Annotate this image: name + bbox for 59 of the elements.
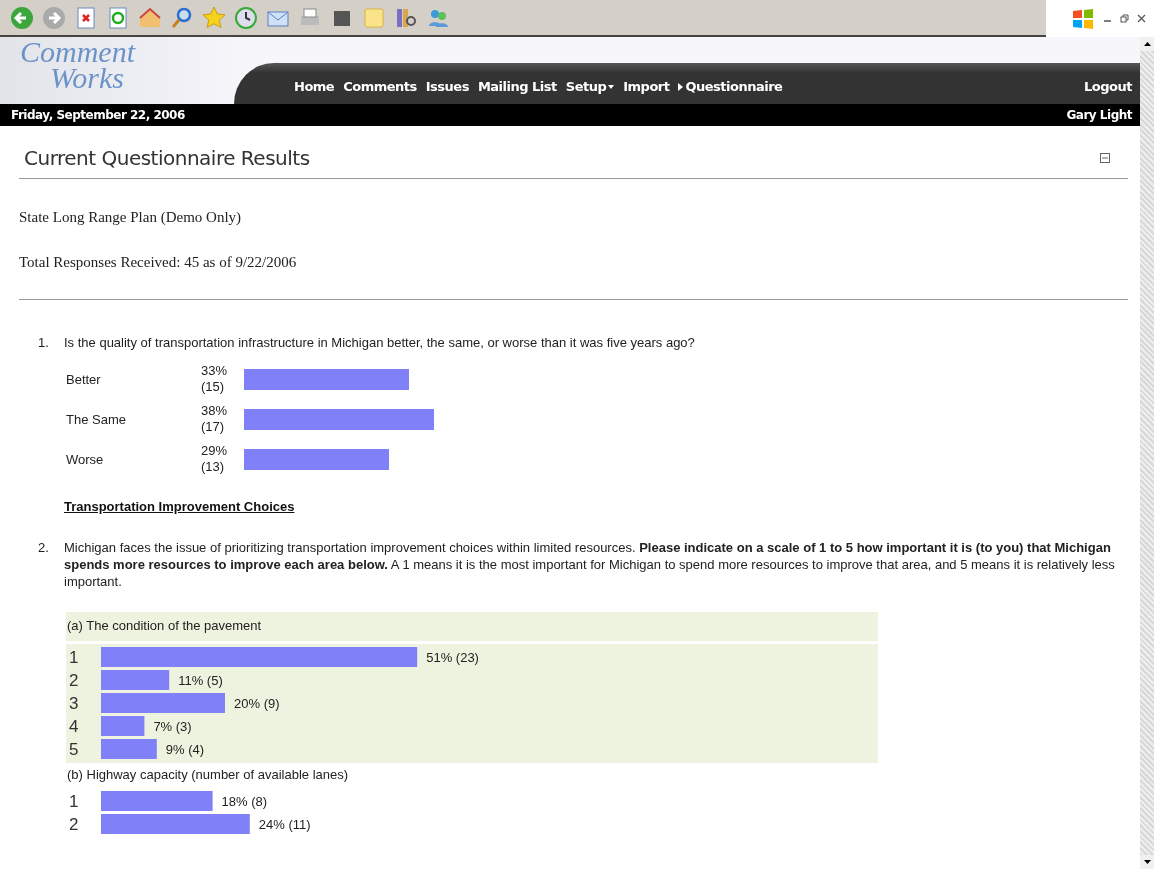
score-number: 1 [69,648,79,667]
result-reading: 11% (5) [178,673,223,688]
scroll-down-icon[interactable] [1140,855,1154,869]
user-name: Gary Light [1066,108,1132,122]
survey-name: State Long Range Plan (Demo Only) [19,209,243,226]
nav-link[interactable]: Comments [343,79,417,94]
logout-link[interactable]: Logout [1084,79,1132,94]
option-label: Worse [66,452,104,467]
pointer-icon [678,82,684,91]
option-reading: 38% (17) [201,403,228,434]
score-number: 5 [69,740,79,759]
nav-link[interactable]: Import [623,79,670,94]
result-reading: 9% (4) [165,742,205,757]
section-heading: Transportation Improvement Choices [63,498,296,516]
item-heading: (a) The condition of the pavement [66,612,878,641]
total-responses: Total Responses Received: 45 as of 9/22/2006 [19,254,298,271]
score-number: 1 [69,792,79,811]
result-reading: 20% (9) [234,696,280,711]
date-text: Friday, September 22, 2006 [11,108,185,122]
result-reading: 18% (8) [221,794,268,809]
nav-link[interactable]: Issues [425,79,469,94]
scroll-up-icon[interactable] [1140,37,1154,51]
nav-link[interactable]: Setup [565,79,615,94]
question-number: 1. [38,334,50,351]
star-icon[interactable] [202,5,226,30]
result-bar [101,716,145,736]
question-text: Michigan faces the issue of prioritizing transportation improvement choices within limited resources. Please indicate on a scale of 1 to 5 how important it is (to you) that Michigan spends more resources to improve each area below. A 1 means it is the most important for Michigan to spend more resources to improve that area, and 5 means it is relatively less important. [64,539,1116,590]
home-icon[interactable] [138,5,162,30]
question-text: Is the quality of transportation infrastructure in Michigan better, the same, or worse than it was five years ago? [64,334,695,351]
forward-icon[interactable] [42,5,66,30]
stop-icon[interactable] [74,5,98,30]
result-bar [101,739,157,759]
question-number: 2. [38,539,50,557]
score-number: 2 [69,815,79,834]
option-label: The Same [66,412,126,427]
score-number: 3 [69,694,79,713]
search-icon[interactable] [170,5,194,30]
caret-icon [608,84,615,89]
history-icon[interactable] [234,5,258,30]
close-icon[interactable] [1137,14,1146,23]
collapse-icon[interactable] [1100,153,1110,163]
nav-link[interactable]: Questionnaire [678,79,783,94]
option-label: Better [66,372,101,387]
nav-link[interactable]: Home [294,79,335,94]
page-title: Current Questionnaire Results [24,146,310,170]
refresh-icon[interactable] [106,5,130,30]
result-reading: 51% (23) [426,650,479,665]
back-icon[interactable] [10,5,34,30]
option-reading: 29% (13) [201,443,228,474]
score-number: 2 [69,671,79,690]
result-bar [101,670,170,690]
windows-logo-icon [1071,6,1095,31]
result-reading: 24% (11) [258,817,311,832]
restore-icon[interactable] [1120,14,1129,23]
option-reading: 33% (15) [201,363,228,394]
result-reading: 7% (3) [153,719,192,734]
score-number: 4 [69,717,79,736]
item-heading: (b) Highway capacity (number of available lanes) [66,766,350,784]
nav-link[interactable]: Mailing List [477,79,557,94]
